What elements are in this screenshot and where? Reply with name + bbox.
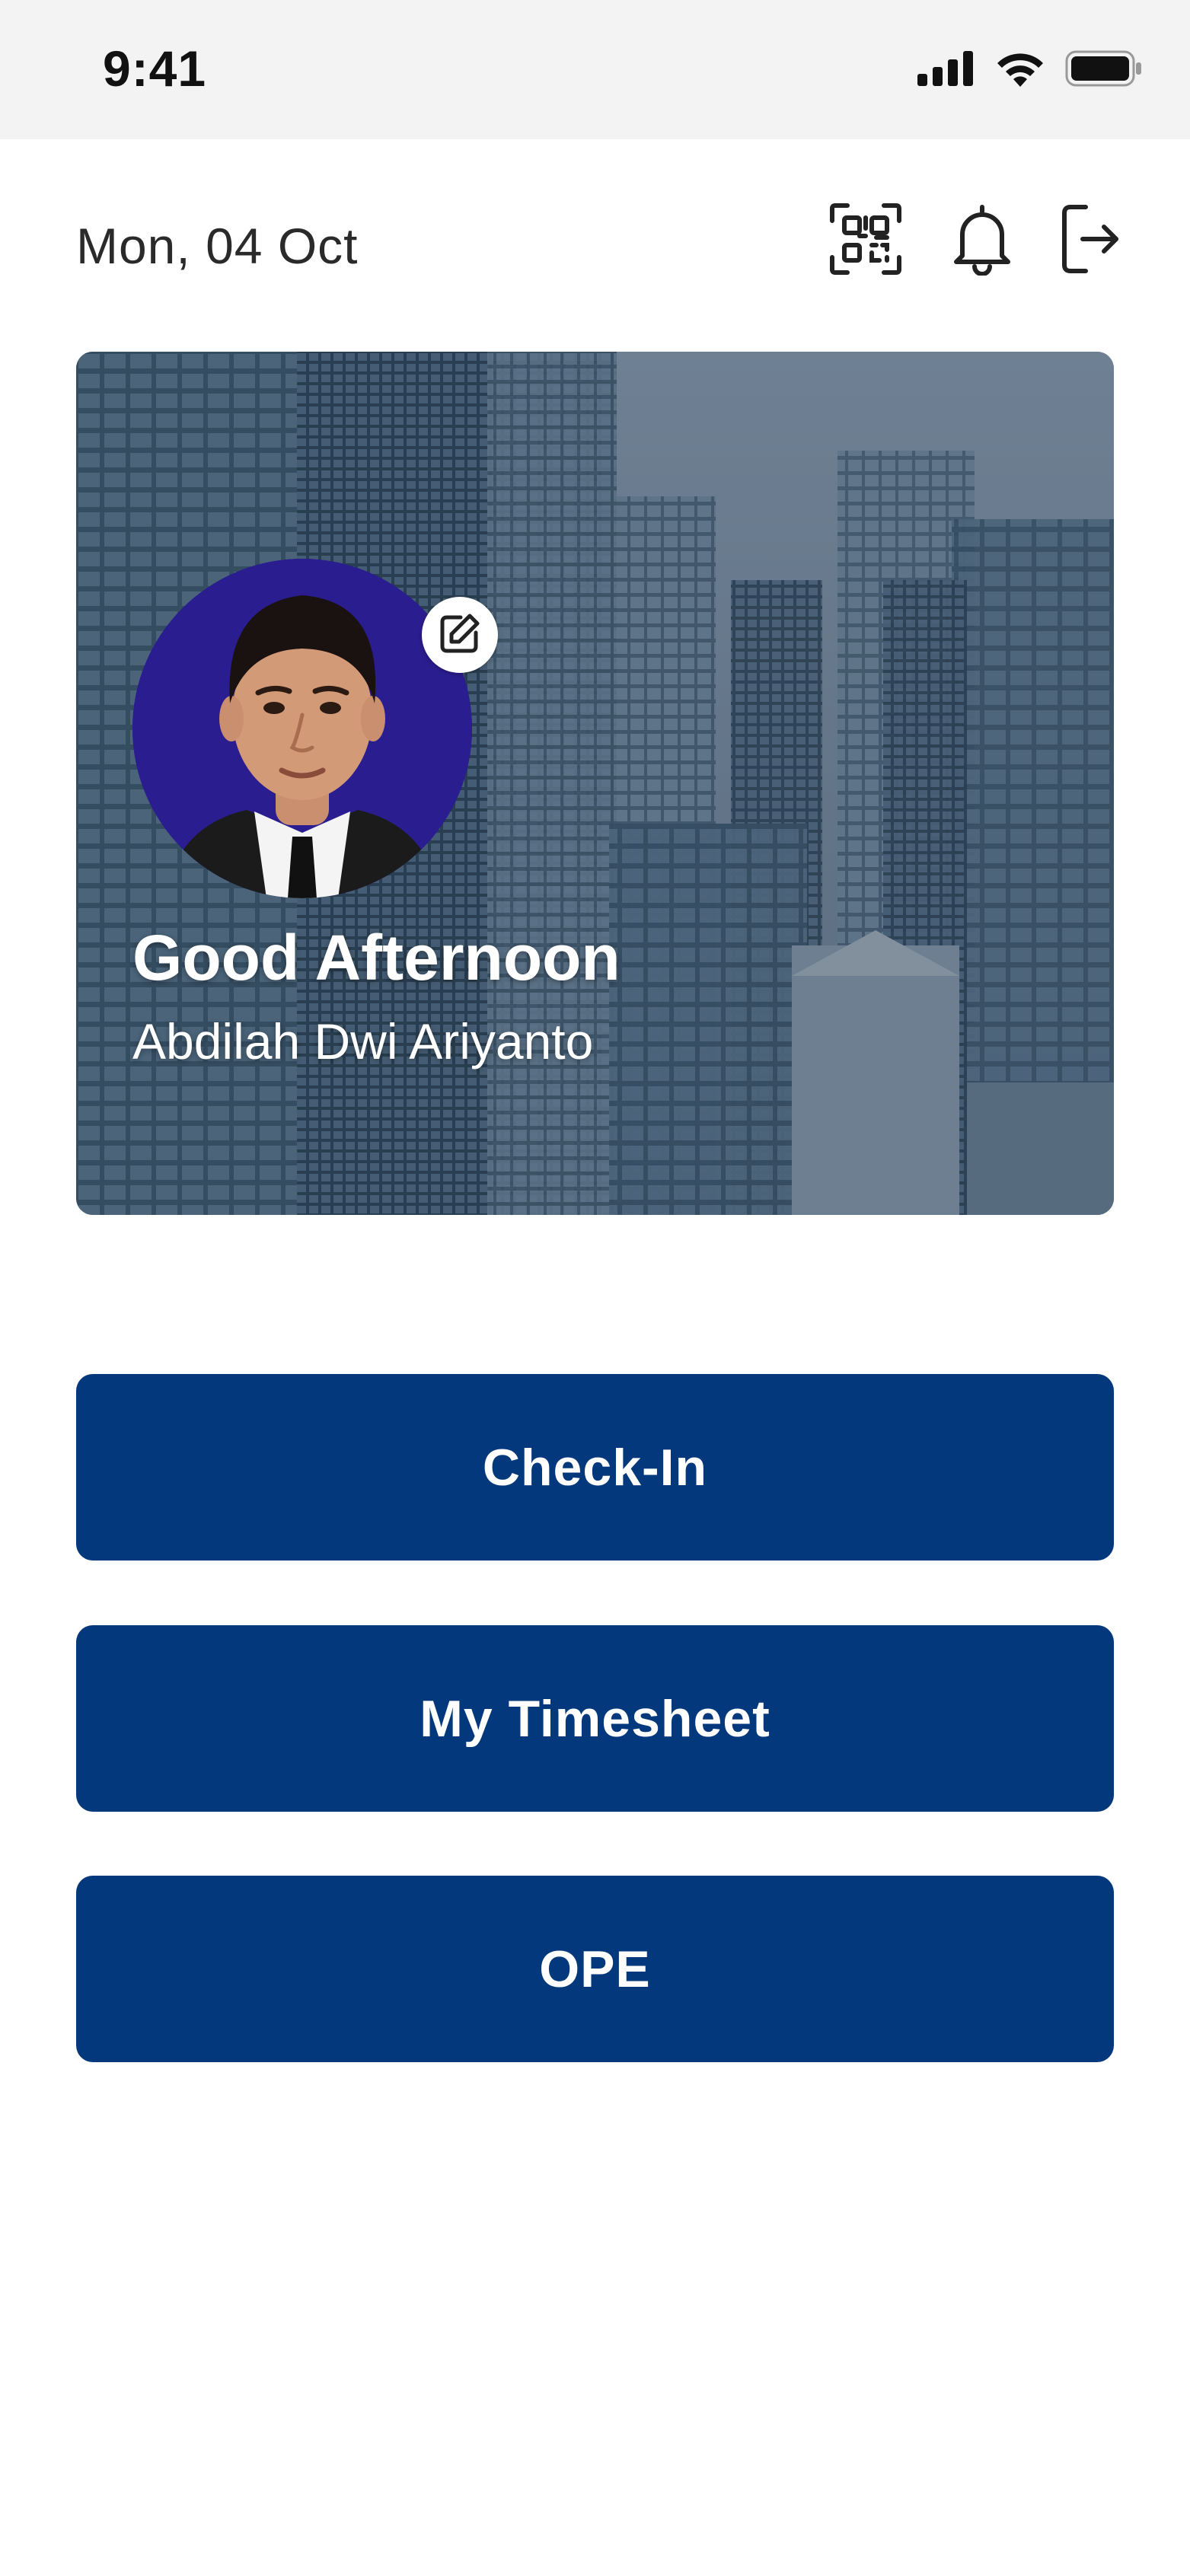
- bell-icon: [950, 202, 1014, 279]
- status-bar: 9:41: [0, 0, 1190, 139]
- wifi-icon: [995, 50, 1045, 91]
- edit-icon: [438, 611, 482, 659]
- battery-icon: [1065, 50, 1143, 91]
- avatar: [132, 559, 472, 898]
- ope-button[interactable]: OPE: [76, 1876, 1114, 2062]
- user-name: Abdilah Dwi Ariyanto: [132, 1013, 594, 1070]
- greeting-text: Good Afternoon: [132, 922, 621, 993]
- signal-icon: [917, 51, 975, 90]
- logout-button[interactable]: [1051, 201, 1130, 280]
- my-timesheet-button[interactable]: My Timesheet: [76, 1625, 1114, 1812]
- current-date: Mon, 04 Oct: [76, 218, 359, 274]
- status-icons: [917, 50, 1143, 91]
- qr-code-button[interactable]: [826, 201, 905, 280]
- profile-photo: [132, 559, 472, 898]
- check-in-button[interactable]: Check-In: [76, 1374, 1114, 1561]
- profile-hero-card: Good Afternoon Abdilah Dwi Ariyanto: [76, 352, 1114, 1215]
- notification-button[interactable]: [943, 201, 1022, 280]
- status-time: 9:41: [103, 40, 207, 97]
- logout-icon: [1060, 202, 1121, 279]
- edit-profile-button[interactable]: [422, 597, 498, 673]
- qr-code-icon: [829, 202, 902, 279]
